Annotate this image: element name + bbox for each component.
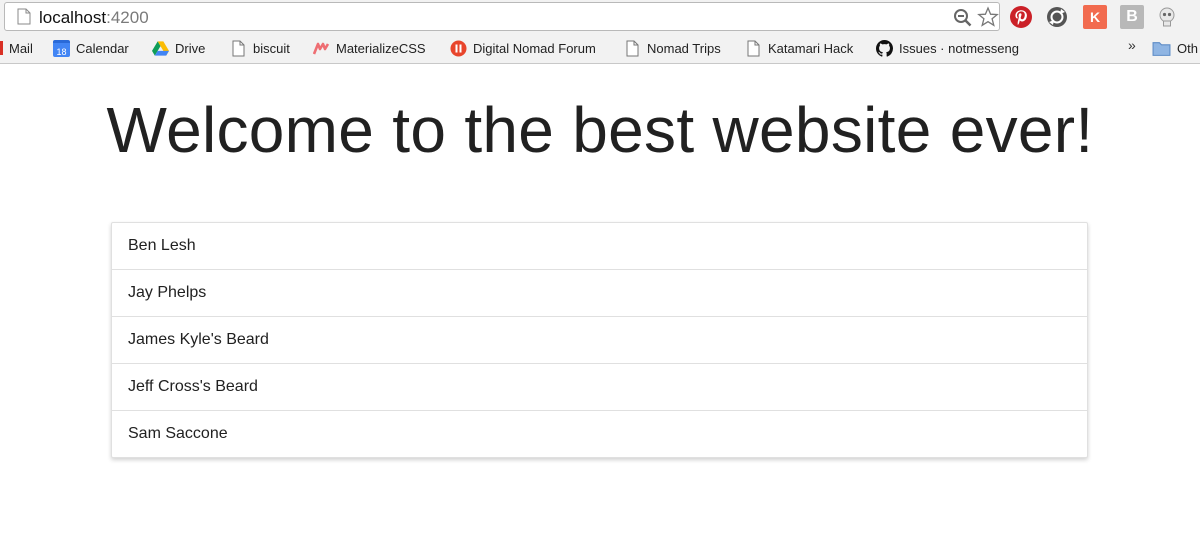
- list-item[interactable]: Ben Lesh: [112, 223, 1087, 270]
- bookmark-label: Drive: [175, 40, 206, 56]
- materialize-icon: [313, 42, 330, 54]
- bookmark-label: MaterializeCSS: [336, 40, 426, 56]
- mail-icon: [0, 41, 3, 55]
- bookmark-label: Katamari Hack: [768, 40, 854, 56]
- calendar-date: 18: [56, 46, 67, 57]
- page-icon: [747, 40, 760, 56]
- name-list: Ben Lesh Jay Phelps James Kyle's Beard J…: [111, 222, 1088, 458]
- kx-extension-label: K: [1089, 9, 1101, 25]
- pinterest-icon[interactable]: [1009, 5, 1033, 29]
- url-port: :4200: [106, 8, 149, 27]
- bookmark-issues[interactable]: Issues · notmesseng: [876, 37, 1036, 59]
- bookmarks-overflow-chevron-icon[interactable]: »: [1128, 37, 1136, 53]
- bookmark-materializecss[interactable]: MaterializeCSS: [313, 37, 426, 59]
- page-icon: [17, 8, 31, 25]
- list-item[interactable]: Jeff Cross's Beard: [112, 364, 1087, 411]
- bookmarks-bar: Mail 18 Calendar Drive biscuit Materiali…: [0, 34, 1200, 63]
- b-extension-label: B: [1126, 8, 1138, 25]
- bookmark-label: Digital Nomad Forum: [473, 40, 596, 56]
- bookmark-label: Oth: [1177, 40, 1198, 56]
- drive-icon: [152, 40, 169, 56]
- address-bar[interactable]: localhost:4200: [4, 2, 1000, 31]
- list-item[interactable]: Jay Phelps: [112, 270, 1087, 317]
- bookmark-label: Mail: [9, 40, 33, 56]
- b-extension-icon[interactable]: B: [1120, 5, 1144, 29]
- page-icon: [232, 40, 245, 56]
- forum-icon: [450, 40, 467, 56]
- zoom-icon[interactable]: [953, 8, 972, 27]
- bookmark-label: Nomad Trips: [647, 40, 721, 56]
- bookmark-digital-nomad-forum[interactable]: Digital Nomad Forum: [450, 37, 596, 59]
- bookmark-biscuit[interactable]: biscuit: [230, 37, 290, 59]
- url-host: localhost: [39, 8, 107, 27]
- list-item[interactable]: James Kyle's Beard: [112, 317, 1087, 364]
- kx-extension-icon[interactable]: K: [1083, 5, 1107, 29]
- bookmark-calendar[interactable]: 18 Calendar: [53, 37, 129, 59]
- bookmark-katamari-hack[interactable]: Katamari Hack: [745, 37, 853, 59]
- bookmark-star-icon[interactable]: [977, 6, 999, 28]
- page-icon: [626, 40, 639, 56]
- refresh-extension-icon[interactable]: [1045, 5, 1069, 29]
- github-icon: [876, 39, 893, 57]
- folder-icon: [1152, 41, 1171, 56]
- bookmark-drive[interactable]: Drive: [152, 37, 205, 59]
- bookmark-other-folder[interactable]: Oth: [1152, 37, 1198, 59]
- url-text[interactable]: localhost:4200: [39, 8, 149, 27]
- bookmark-label: Issues · notmesseng: [899, 40, 1019, 56]
- skull-extension-icon[interactable]: [1155, 5, 1179, 29]
- bookmark-nomad-trips[interactable]: Nomad Trips: [624, 37, 721, 59]
- calendar-icon: 18: [53, 39, 70, 57]
- list-item[interactable]: Sam Saccone: [112, 411, 1087, 457]
- bookmark-mail[interactable]: Mail: [0, 37, 33, 59]
- browser-chrome: localhost:4200 K B Mail 18 Calendar Driv…: [0, 0, 1200, 64]
- address-bar-row: localhost:4200 K B: [0, 0, 1200, 34]
- bookmark-label: Calendar: [76, 40, 129, 56]
- page-title: Welcome to the best website ever!: [106, 94, 1094, 166]
- bookmark-label: biscuit: [253, 40, 290, 56]
- overflow-fade: [1018, 37, 1036, 59]
